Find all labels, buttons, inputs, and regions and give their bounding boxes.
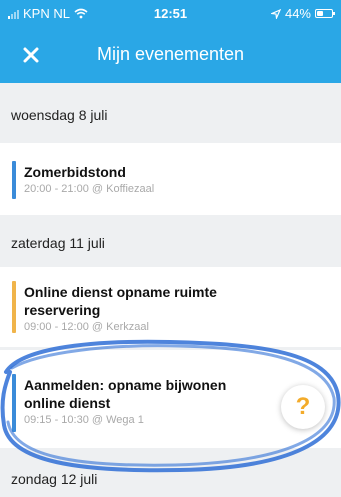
section-date-header: zaterdag 11 juli bbox=[0, 223, 341, 263]
help-button[interactable]: ? bbox=[281, 385, 325, 429]
event-item[interactable]: Zomerbidstond 20:00 - 21:00 @ Koffiezaal bbox=[0, 143, 341, 215]
question-icon: ? bbox=[295, 393, 311, 420]
event-title: Zomerbidstond bbox=[24, 164, 126, 180]
event-item[interactable]: Online dienst opname ruimte reservering … bbox=[0, 267, 341, 347]
status-bar: KPN NL 12:51 44% bbox=[0, 0, 341, 27]
app-header: Mijn evenementen bbox=[0, 27, 341, 83]
battery-icon bbox=[315, 9, 335, 18]
event-color-bar bbox=[12, 281, 16, 333]
event-color-bar bbox=[12, 161, 16, 199]
status-right: 44% bbox=[270, 6, 335, 21]
section-date-header: zondag 12 juli bbox=[0, 460, 341, 497]
event-title: Online dienst opname ruimte reservering bbox=[24, 284, 217, 318]
page-title: Mijn evenementen bbox=[96, 44, 245, 64]
event-color-bar bbox=[12, 374, 16, 432]
event-meta: 20:00 - 21:00 @ Koffiezaal bbox=[24, 183, 155, 195]
event-meta: 09:15 - 10:30 @ Wega 1 bbox=[24, 414, 144, 426]
event-title: Aanmelden: opname bijwonen online dienst bbox=[24, 377, 227, 411]
event-meta: 09:00 - 12:00 @ Kerkzaal bbox=[24, 321, 149, 333]
battery-percentage: 44% bbox=[284, 6, 311, 21]
section-date-header: woensdag 8 juli bbox=[0, 95, 341, 135]
location-arrow-icon bbox=[270, 8, 281, 19]
